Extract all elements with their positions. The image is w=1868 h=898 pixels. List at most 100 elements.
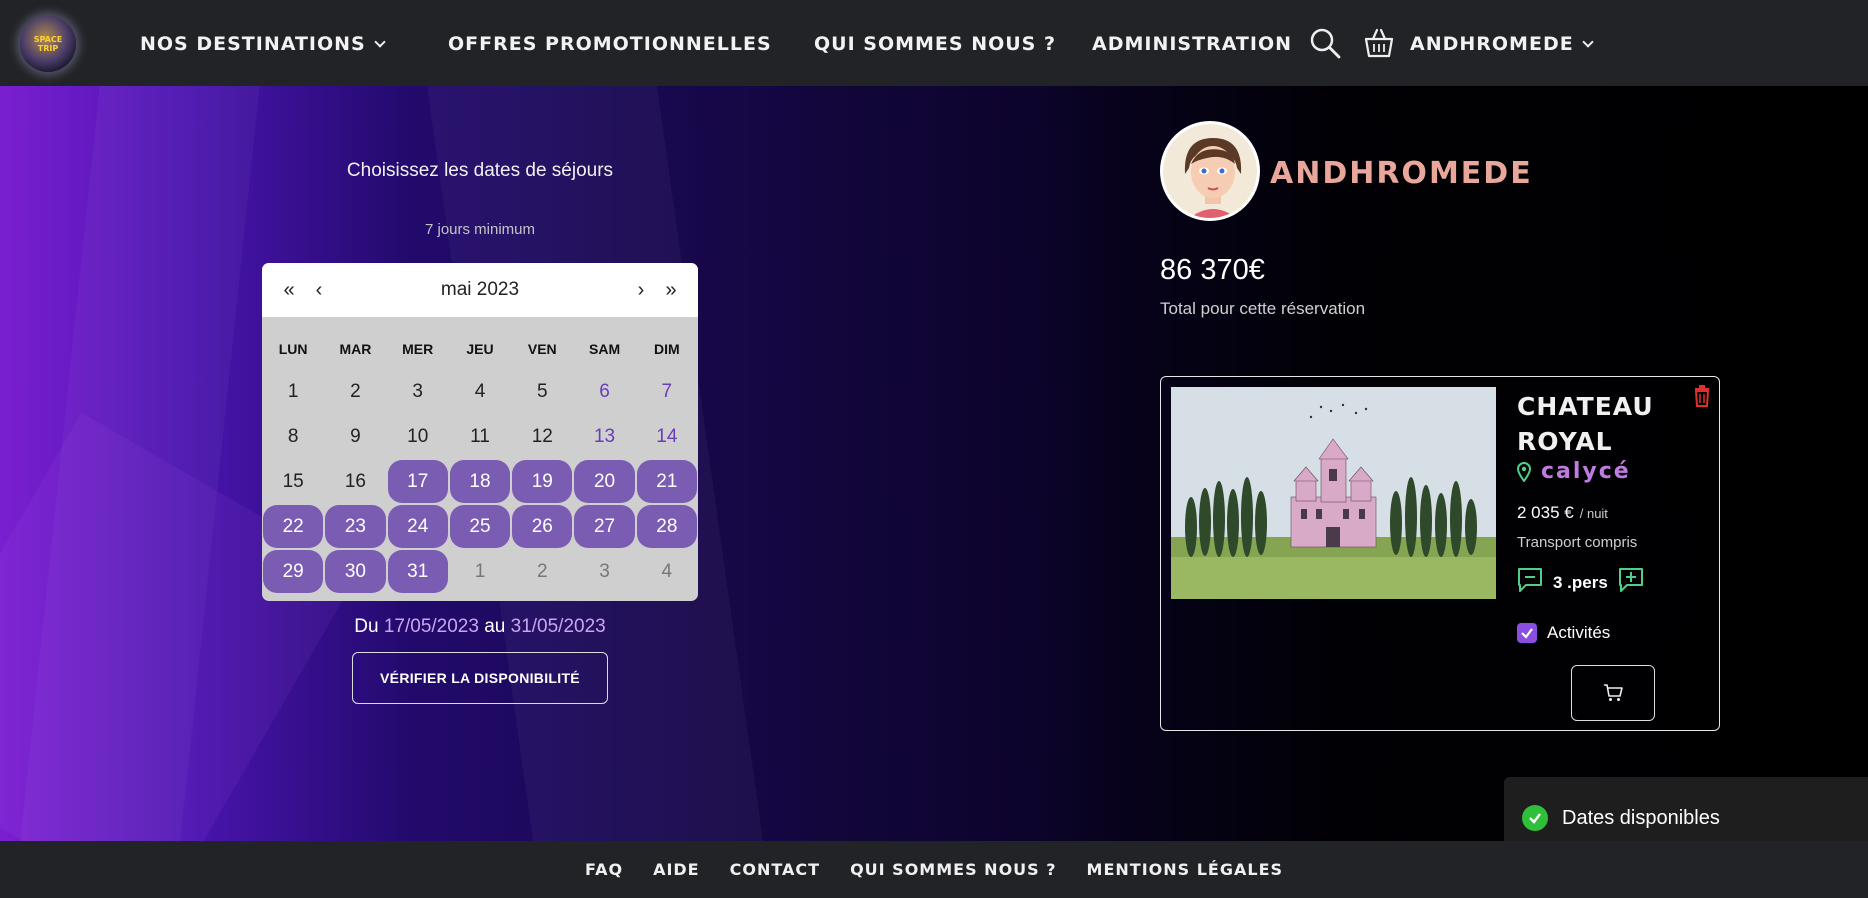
next-month-button[interactable]: ›: [626, 279, 656, 302]
toast-message: Dates disponibles: [1562, 806, 1720, 829]
footer-link-faq[interactable]: FAQ: [585, 860, 623, 879]
calendar-day[interactable]: 21: [636, 460, 697, 503]
add-to-cart-button[interactable]: [1571, 665, 1655, 721]
increase-persons-icon[interactable]: [1618, 567, 1644, 593]
calendar-day[interactable]: 10: [387, 414, 449, 459]
location-name: calycé: [1541, 459, 1631, 484]
calendar-day[interactable]: 8: [262, 414, 324, 459]
total-price: 86 370€: [1160, 254, 1265, 286]
calendar-day[interactable]: 18: [449, 460, 511, 503]
calendar-day[interactable]: 25: [449, 505, 511, 548]
price-unit: / nuit: [1579, 506, 1608, 521]
calendar-day[interactable]: 23: [325, 505, 386, 548]
calendar-day[interactable]: 11: [449, 414, 511, 459]
booking-card: CHATEAU ROYAL calycé 2 035 € / nuit Trans…: [1160, 376, 1720, 731]
profile-username: ANDHROMEDE: [1270, 156, 1533, 191]
chevron-down-icon: [374, 35, 386, 48]
calendar-day[interactable]: 19: [512, 460, 573, 503]
site-logo[interactable]: SPACE TRIP: [20, 16, 76, 72]
weekday-label: DIM: [654, 341, 680, 357]
success-check-icon: [1522, 805, 1548, 831]
avatar-illustration: [1184, 138, 1242, 218]
basket-icon[interactable]: [1362, 26, 1396, 60]
calendar-day[interactable]: 27: [574, 505, 635, 548]
calendar-day[interactable]: 17: [387, 460, 448, 503]
nav-promotions[interactable]: OFFRES PROMOTIONNELLES: [448, 30, 772, 58]
calendar-day[interactable]: 1: [262, 369, 324, 414]
calendar-day[interactable]: 3: [387, 369, 449, 414]
prev-month-button[interactable]: ‹: [304, 279, 334, 302]
activities-option[interactable]: Activités: [1517, 623, 1610, 643]
destination-location: calycé: [1517, 459, 1631, 484]
price-value: 2 035 €: [1517, 503, 1574, 522]
avatar: [1160, 121, 1260, 221]
nav-admin-label: ADMINISTRATION: [1092, 33, 1293, 55]
calendar-day[interactable]: 6: [573, 369, 635, 414]
calendar-day[interactable]: 29: [263, 550, 324, 593]
weekday-label: MAR: [339, 341, 372, 357]
calendar-day[interactable]: 13: [573, 414, 635, 459]
calendar-day[interactable]: 30: [325, 550, 386, 593]
nav-destinations-label: NOS DESTINATIONS: [140, 33, 366, 55]
nightly-price: 2 035 € / nuit: [1517, 503, 1608, 523]
calendar-day[interactable]: 1: [449, 549, 511, 594]
footer-link-help[interactable]: AIDE: [653, 860, 700, 879]
range-end: 31/05/2023: [510, 616, 606, 637]
nav-admin[interactable]: ADMINISTRATION: [1092, 30, 1292, 58]
weekday-label: LUN: [278, 341, 308, 357]
calendar-day[interactable]: 2: [511, 549, 573, 594]
weekday-label: VEN: [527, 341, 557, 357]
calendar-day[interactable]: 28: [636, 505, 697, 548]
footer-link-about[interactable]: QUI SOMMES NOUS ?: [850, 860, 1056, 879]
chevron-down-icon: [1582, 35, 1594, 48]
first-month-button[interactable]: «: [274, 279, 304, 302]
footer-link-legal[interactable]: MENTIONS LÉGALES: [1087, 860, 1283, 879]
calendar-day[interactable]: 16: [324, 459, 386, 504]
search-icon[interactable]: [1308, 26, 1342, 60]
month-label[interactable]: mai 2023: [334, 279, 626, 301]
activities-checkbox[interactable]: [1517, 623, 1537, 643]
nav-user-label: ANDHROMEDE: [1410, 33, 1574, 55]
calendar-day[interactable]: 14: [636, 414, 698, 459]
selected-range: Du 17/05/2023 au 31/05/2023: [260, 616, 700, 638]
trash-icon[interactable]: [1693, 385, 1711, 407]
calendar-day[interactable]: 15: [262, 459, 324, 504]
last-month-button[interactable]: »: [656, 279, 686, 302]
decrease-persons-icon[interactable]: [1517, 567, 1543, 593]
calendar-day[interactable]: 9: [324, 414, 386, 459]
navbar: SPACE TRIP NOS DESTINATIONS OFFRES PROMO…: [0, 0, 1868, 86]
calendar-title: Choisissez les dates de séjours: [346, 160, 614, 181]
transport-info: Transport compris: [1517, 534, 1638, 551]
calendar-day[interactable]: 2: [324, 369, 386, 414]
weekday-label: SAM: [589, 341, 621, 357]
calendar-days: 1 2 3 4 5 6 7 8 9 10 11 12 13 14 15 16 17 18 19 20 21 22 23 24 2…: [262, 369, 698, 594]
destination-title-line1: CHATEAU: [1517, 392, 1654, 421]
calendar-day[interactable]: 4: [636, 549, 698, 594]
calendar-day[interactable]: 3: [573, 549, 635, 594]
footer-link-contact[interactable]: CONTACT: [730, 860, 820, 879]
calendar-header: « ‹ mai 2023 › »: [262, 263, 698, 317]
nav-about[interactable]: QUI SOMMES NOUS ?: [814, 30, 1056, 58]
calendar-day[interactable]: 24: [387, 505, 448, 548]
cart-icon: [1604, 684, 1623, 701]
calendar-day[interactable]: 20: [574, 460, 635, 503]
nav-promotions-label: OFFRES PROMOTIONNELLES: [448, 33, 772, 55]
calendar-day[interactable]: 26: [512, 505, 573, 548]
footer: FAQ AIDE CONTACT QUI SOMMES NOUS ? MENTI…: [0, 841, 1868, 898]
destination-title-line2: ROYAL: [1517, 427, 1613, 456]
calendar-subtitle: 7 jours minimum: [424, 221, 536, 238]
check-availability-button[interactable]: VÉRIFIER LA DISPONIBILITÉ: [352, 652, 608, 704]
calendar-day[interactable]: 12: [511, 414, 573, 459]
nav-user-menu[interactable]: ANDHROMEDE: [1410, 30, 1594, 58]
total-price-label: Total pour cette réservation: [1160, 299, 1366, 318]
persons-count: 3 .pers: [1553, 573, 1608, 592]
calendar-day[interactable]: 7: [636, 369, 698, 414]
main-content: Choisissez les dates de séjours 7 jours …: [0, 86, 1868, 841]
calendar-day[interactable]: 5: [511, 369, 573, 414]
calendar-day[interactable]: 31: [387, 550, 448, 593]
range-prefix: Du: [354, 616, 379, 637]
calendar-day[interactable]: 4: [449, 369, 511, 414]
calendar-day[interactable]: 22: [263, 505, 324, 548]
weekday-label: MER: [402, 341, 434, 357]
nav-destinations[interactable]: NOS DESTINATIONS: [140, 30, 386, 58]
